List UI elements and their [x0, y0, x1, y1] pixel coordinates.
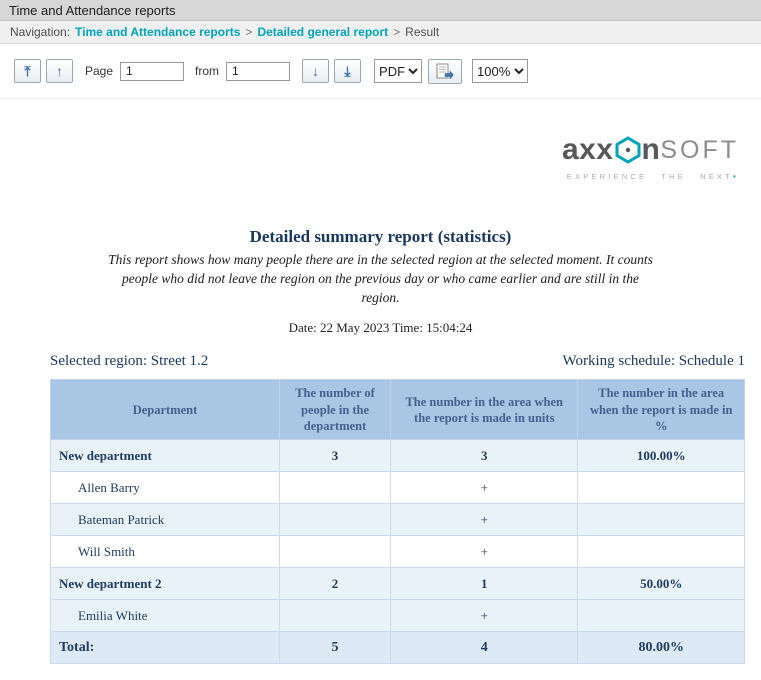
breadcrumb-current-result: Result — [405, 25, 439, 39]
page-label: Page — [85, 64, 113, 78]
previous-page-icon: ↑ — [56, 63, 63, 79]
column-header-in-area-units: The number in the area when the report i… — [391, 380, 578, 440]
people-count-cell — [280, 504, 391, 536]
percent-cell: 100.00% — [578, 440, 745, 472]
axxonsoft-logo: axx n SOFT EXPERIENCE THE NEXT• — [0, 133, 739, 181]
people-count-cell: 2 — [280, 568, 391, 600]
breadcrumb-separator: > — [245, 25, 252, 39]
table-row: New department 3 3 100.00% — [51, 440, 745, 472]
table-row: Emilia White + — [51, 600, 745, 632]
people-count-cell: 3 — [280, 440, 391, 472]
units-cell: 3 — [391, 440, 578, 472]
page-number-input[interactable] — [120, 62, 184, 81]
people-count-cell — [280, 536, 391, 568]
percent-cell — [578, 600, 745, 632]
report-description: This report shows how many people there … — [108, 250, 653, 307]
total-people-cell: 5 — [280, 632, 391, 664]
person-name-cell: Allen Barry — [51, 472, 280, 504]
breadcrumb: Navigation: Time and Attendance reports … — [0, 21, 761, 44]
last-page-button[interactable]: ⤓ — [334, 59, 361, 83]
breadcrumb-separator: > — [393, 25, 400, 39]
table-header-row: Department The number of people in the d… — [51, 380, 745, 440]
report-title: Detailed summary report (statistics) — [0, 227, 761, 247]
units-cell: 1 — [391, 568, 578, 600]
report-datetime: Date: 22 May 2023 Time: 15:04:24 — [0, 320, 761, 336]
breadcrumb-link-detailed-general-report[interactable]: Detailed general report — [257, 25, 388, 39]
column-header-people-in-department: The number of people in the department — [280, 380, 391, 440]
export-icon — [436, 63, 454, 79]
units-cell: + — [391, 472, 578, 504]
percent-cell — [578, 536, 745, 568]
table-row: Will Smith + — [51, 536, 745, 568]
table-total-row: Total: 5 4 80.00% — [51, 632, 745, 664]
export-button[interactable] — [428, 59, 462, 84]
total-units-cell: 4 — [391, 632, 578, 664]
export-format-select[interactable]: PDF — [374, 59, 422, 83]
window-title: Time and Attendance reports — [9, 3, 175, 18]
percent-cell — [578, 504, 745, 536]
percent-cell — [578, 472, 745, 504]
units-cell: + — [391, 600, 578, 632]
table-row: Bateman Patrick + — [51, 504, 745, 536]
logo-text-n: n — [642, 133, 661, 167]
column-header-department: Department — [51, 380, 280, 440]
hexagon-o-icon — [615, 136, 641, 164]
report-document: axx n SOFT EXPERIENCE THE NEXT• Detailed… — [0, 133, 761, 664]
units-cell: + — [391, 536, 578, 568]
percent-cell: 50.00% — [578, 568, 745, 600]
last-page-icon: ⤓ — [344, 63, 350, 80]
selected-region-text: Selected region: Street 1.2 — [50, 353, 208, 370]
region-schedule-row: Selected region: Street 1.2 Working sche… — [50, 353, 745, 370]
working-schedule-text: Working schedule: Schedule 1 — [563, 353, 746, 370]
previous-page-button[interactable]: ↑ — [46, 59, 73, 83]
tagline-dot: • — [733, 172, 739, 181]
column-header-in-area-percent: The number in the area when the report i… — [578, 380, 745, 440]
next-page-icon: ↓ — [312, 63, 319, 79]
logo-tagline: EXPERIENCE THE NEXT• — [567, 172, 739, 181]
people-count-cell — [280, 472, 391, 504]
total-percent-cell: 80.00% — [578, 632, 745, 664]
total-pages-input[interactable] — [226, 62, 290, 81]
breadcrumb-link-time-and-attendance[interactable]: Time and Attendance reports — [75, 25, 240, 39]
from-label: from — [195, 64, 219, 78]
person-name-cell: Emilia White — [51, 600, 280, 632]
total-label-cell: Total: — [51, 632, 280, 664]
window-titlebar: Time and Attendance reports — [0, 0, 761, 21]
report-toolbar: ⤒ ↑ Page from ↓ ⤓ PDF 100% — [0, 44, 761, 99]
units-cell: + — [391, 504, 578, 536]
logo-text-axx: axx — [562, 133, 614, 167]
department-name-cell: New department — [51, 440, 280, 472]
department-name-cell: New department 2 — [51, 568, 280, 600]
person-name-cell: Will Smith — [51, 536, 280, 568]
statistics-table: Department The number of people in the d… — [50, 379, 745, 664]
person-name-cell: Bateman Patrick — [51, 504, 280, 536]
next-page-button[interactable]: ↓ — [302, 59, 329, 83]
first-page-button[interactable]: ⤒ — [14, 59, 41, 83]
logo-text-soft: SOFT — [660, 136, 739, 165]
zoom-select[interactable]: 100% — [472, 59, 528, 83]
breadcrumb-label: Navigation: — [10, 25, 70, 39]
first-page-icon: ⤒ — [24, 63, 30, 80]
table-row: New department 2 2 1 50.00% — [51, 568, 745, 600]
people-count-cell — [280, 600, 391, 632]
table-row: Allen Barry + — [51, 472, 745, 504]
